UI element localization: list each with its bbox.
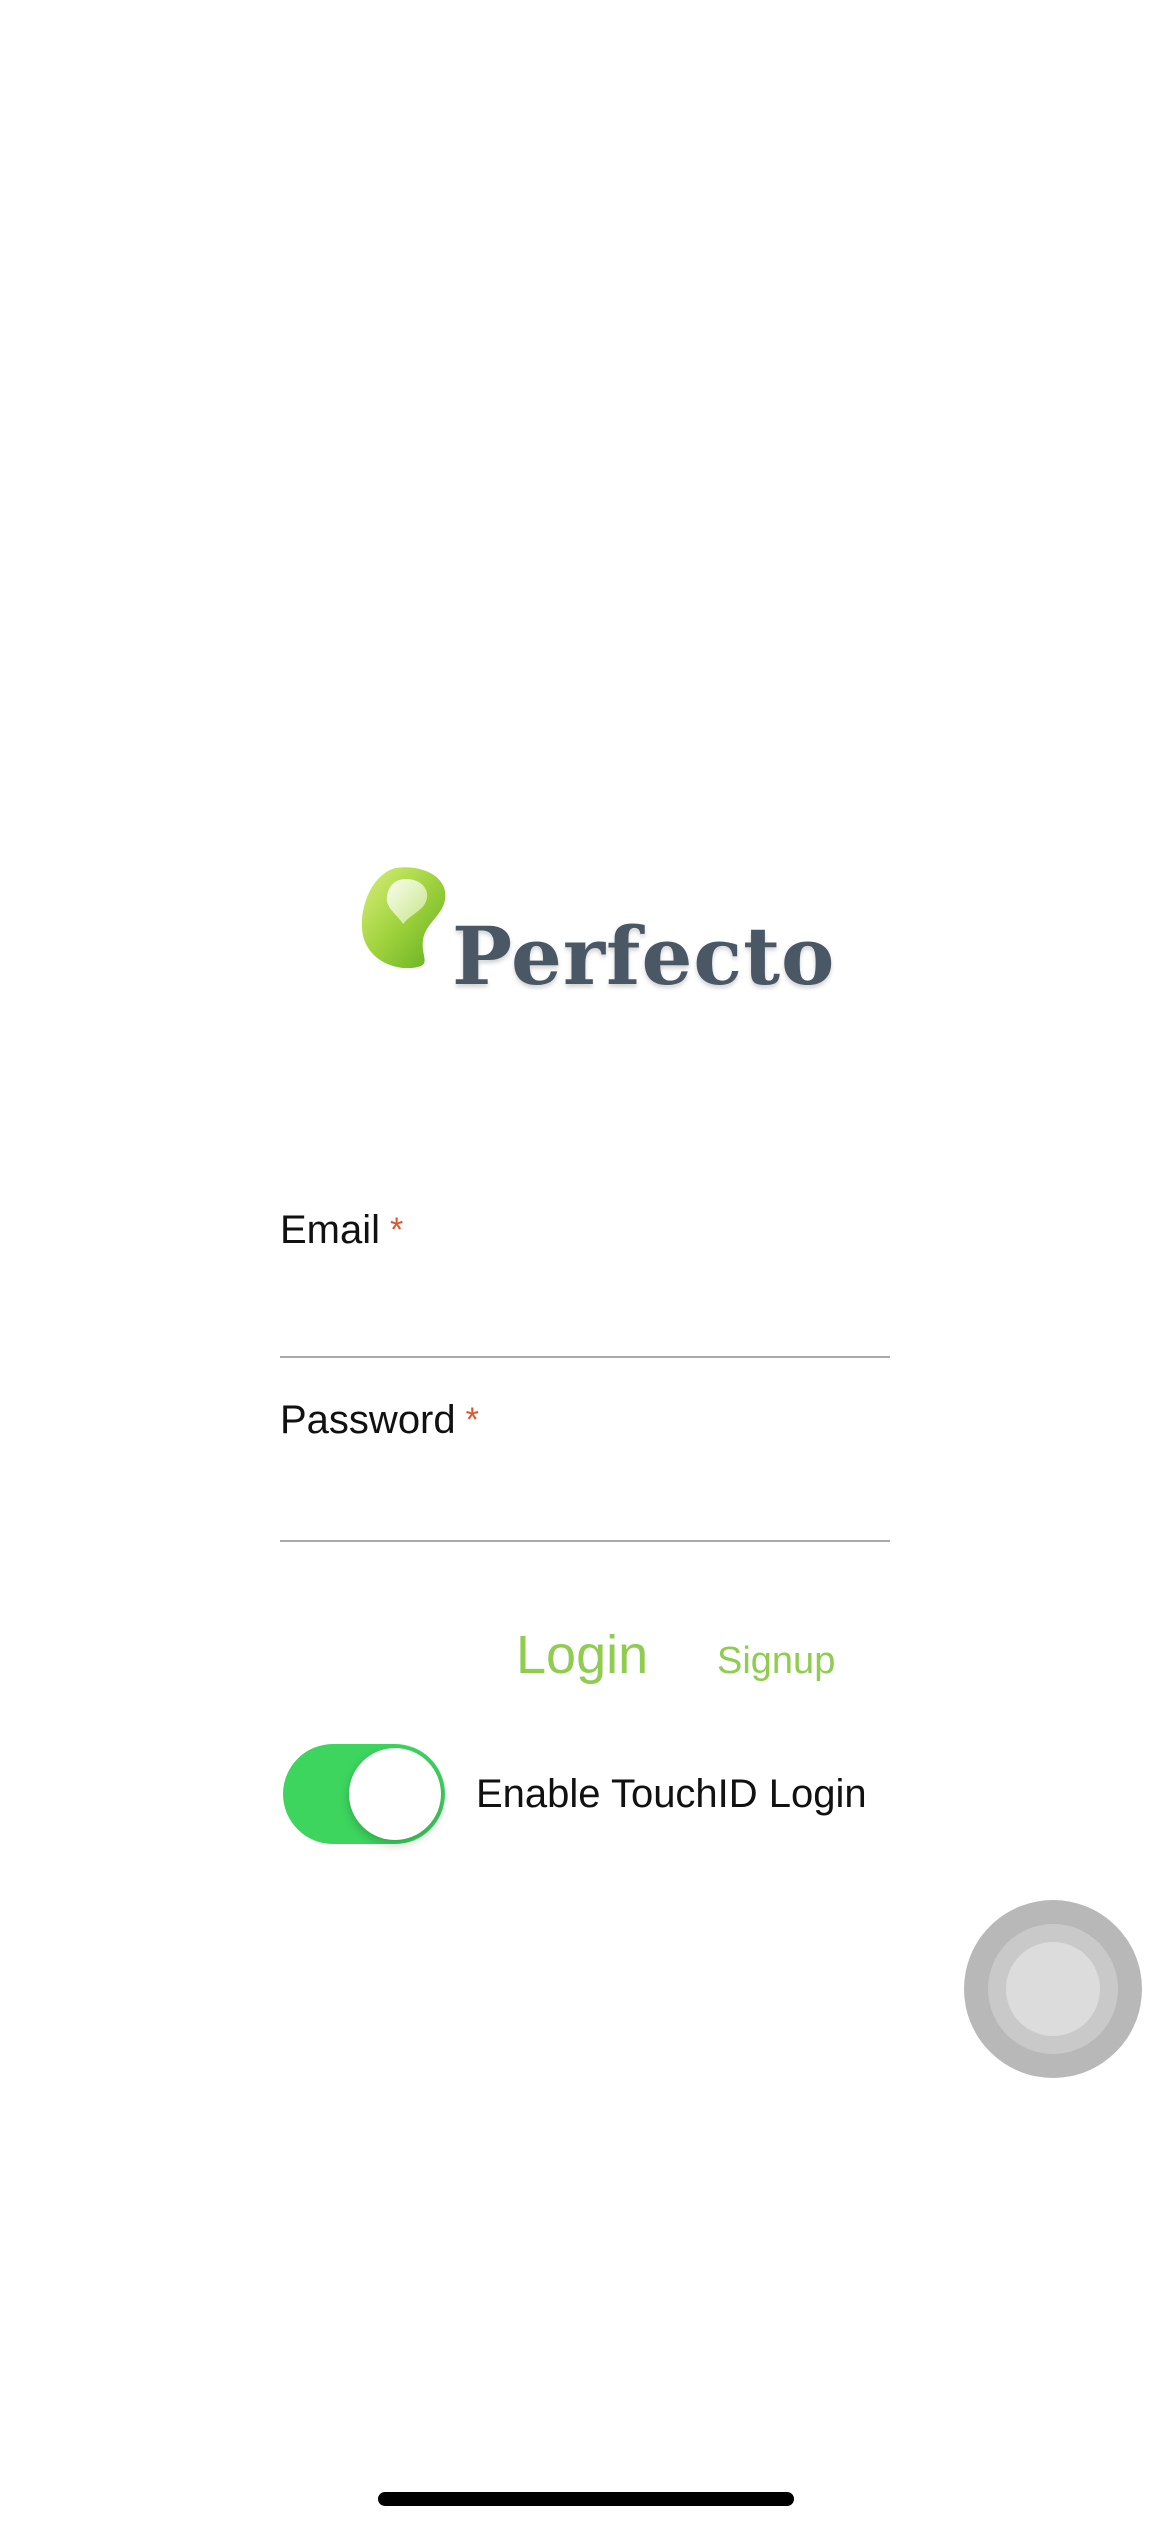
touchid-toggle[interactable] (283, 1744, 445, 1844)
logo-wordmark: Perfecto (452, 909, 836, 1003)
password-field[interactable] (280, 1474, 890, 1534)
signup-button[interactable]: Signup (717, 1642, 835, 1680)
password-label-text: Password (280, 1398, 456, 1442)
email-field[interactable] (280, 1290, 890, 1350)
login-button[interactable]: Login (516, 1628, 648, 1682)
assistive-touch-button[interactable] (964, 1900, 1142, 2078)
touchid-label: Enable TouchID Login (476, 1772, 867, 1816)
toggle-knob (349, 1748, 441, 1840)
perfecto-logo: Perfecto (355, 862, 834, 1012)
password-label: Password * (280, 1400, 479, 1440)
assistive-touch-core (1006, 1942, 1100, 2036)
email-underline (280, 1356, 890, 1358)
home-indicator[interactable] (378, 2492, 794, 2506)
email-label-text: Email (280, 1208, 381, 1252)
leaf-logo-icon (361, 867, 446, 969)
email-label: Email * (280, 1210, 403, 1250)
email-required-marker: * (390, 1211, 404, 1249)
password-underline (280, 1540, 890, 1542)
password-required-marker: * (465, 1401, 479, 1439)
